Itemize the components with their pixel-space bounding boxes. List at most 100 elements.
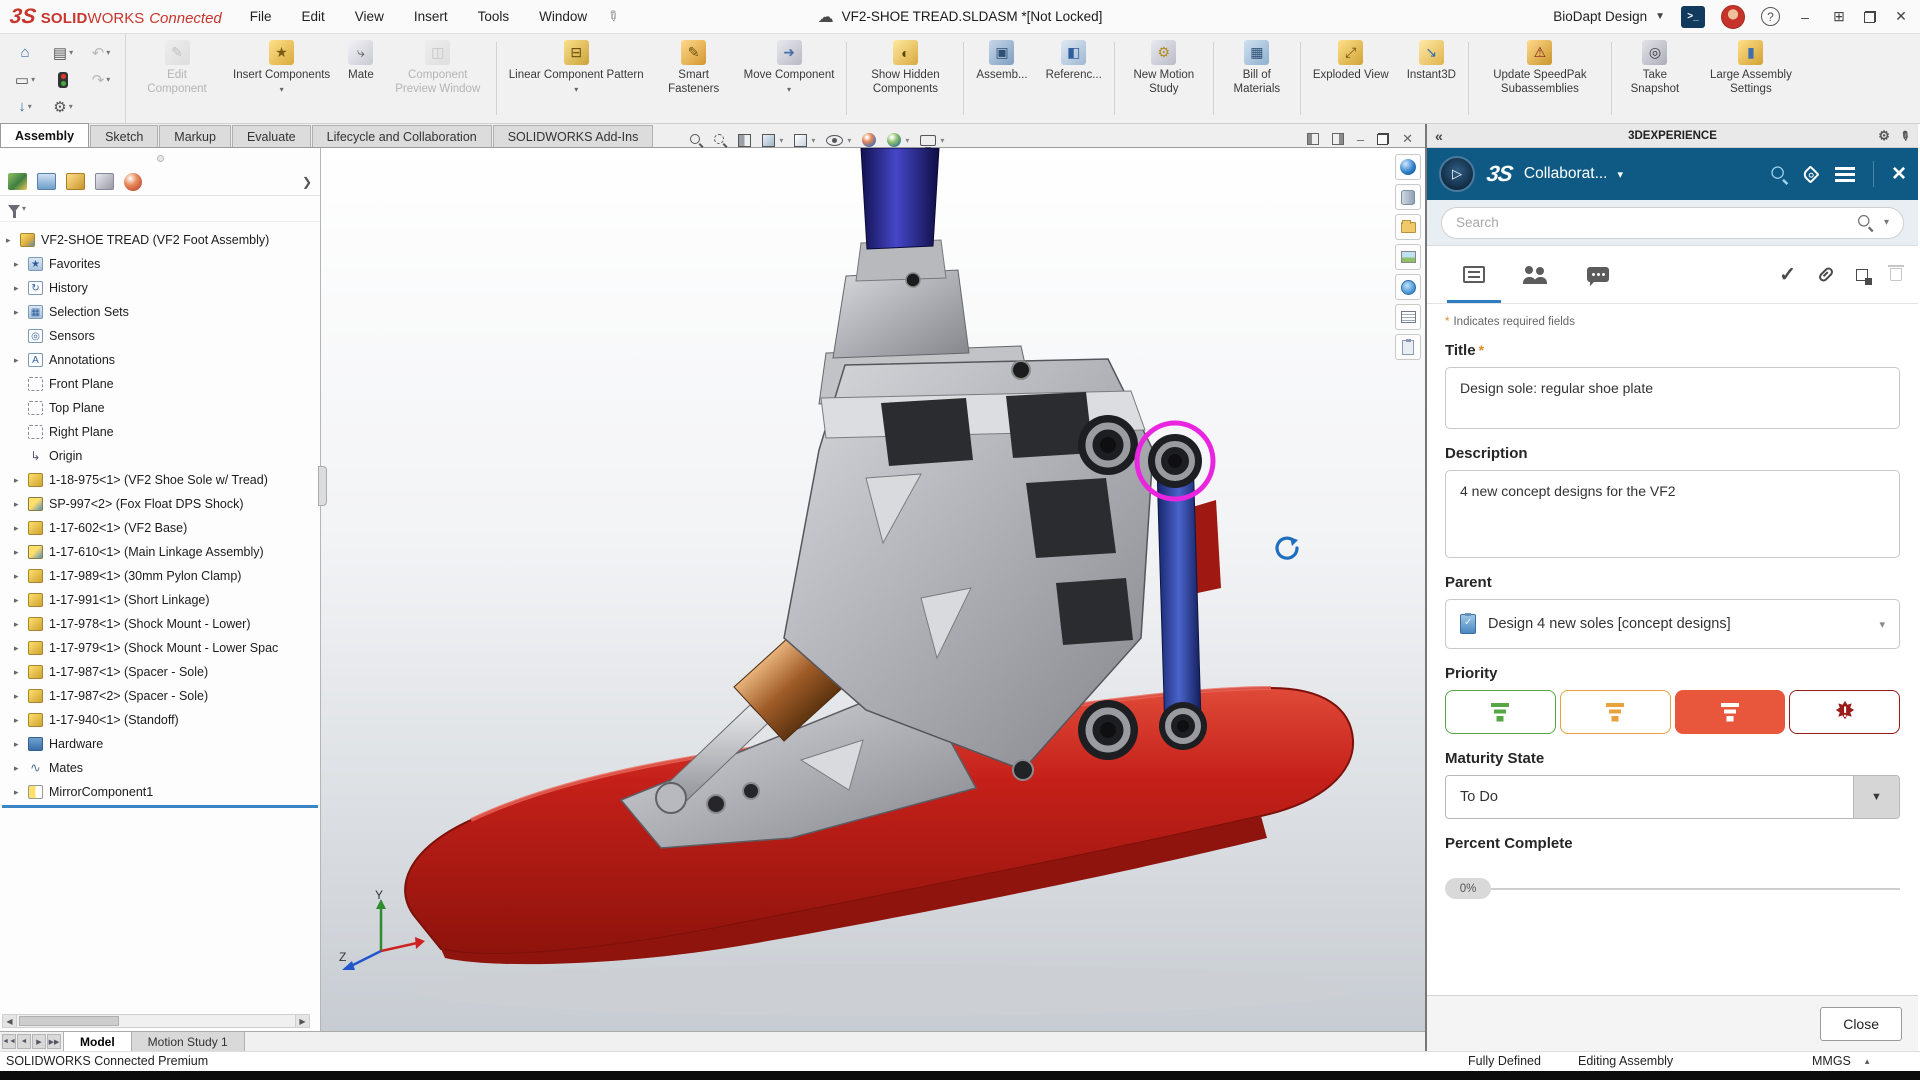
property-manager-tab-icon[interactable] xyxy=(37,173,56,190)
percent-complete-slider[interactable]: 0% xyxy=(1445,878,1900,899)
new-document-button[interactable]: ▭ ▾ xyxy=(6,71,44,89)
pane-right-icon[interactable] xyxy=(1331,133,1344,145)
menu-insert[interactable]: Insert xyxy=(412,5,450,28)
tab-motion-study[interactable]: Motion Study 1 xyxy=(131,1032,245,1051)
feature-tree-tab-icon[interactable] xyxy=(8,173,27,190)
complete-task-icon[interactable]: ✓ xyxy=(1779,262,1796,287)
tab-model[interactable]: Model xyxy=(63,1032,132,1051)
panel-splitter-handle[interactable] xyxy=(318,466,327,506)
tree-item-selection-sets[interactable]: ▸ ▦ Selection Sets xyxy=(0,300,320,324)
bearing-selected[interactable] xyxy=(1148,434,1202,488)
3dcompass-icon[interactable]: ▷ xyxy=(1439,156,1475,192)
search-submit-icon[interactable] xyxy=(1857,215,1873,230)
tree-item-component[interactable]: ▸ 1-17-989<1> (30mm Pylon Clamp) xyxy=(0,564,320,588)
menu-edit[interactable]: Edit xyxy=(300,5,327,28)
bearing[interactable] xyxy=(1159,702,1207,750)
pin-panel-icon[interactable]: ✎ xyxy=(1897,127,1914,144)
rebuild-button[interactable]: ↓ ▾ xyxy=(6,98,44,115)
menu-tools[interactable]: Tools xyxy=(476,5,512,28)
tab-sketch[interactable]: Sketch xyxy=(90,125,159,147)
tree-item-component[interactable]: ▸ 1-17-940<1> (Standoff) xyxy=(0,708,320,732)
tree-root[interactable]: ▸ VF2-SHOE TREAD (VF2 Foot Assembly) xyxy=(0,228,320,252)
tree-item-sensors[interactable]: ◎ Sensors xyxy=(0,324,320,348)
priority-high-button-selected[interactable] xyxy=(1674,690,1786,734)
menu-view[interactable]: View xyxy=(353,5,386,28)
user-avatar[interactable] xyxy=(1721,4,1745,29)
menu-file[interactable]: File xyxy=(248,5,274,28)
close-button[interactable]: ✕ xyxy=(1892,8,1910,25)
status-units[interactable]: MMGS ▴ xyxy=(1812,1054,1869,1068)
tree-item-component[interactable]: ▸ SP-997<2> (Fox Float DPS Shock) xyxy=(0,492,320,516)
tree-item-annotations[interactable]: ▸ A Annotations xyxy=(0,348,320,372)
scroll-right-icon[interactable]: ▶ xyxy=(295,1015,309,1027)
chevron-down-icon[interactable]: ▾ xyxy=(1884,217,1889,228)
slider-track[interactable] xyxy=(1491,887,1900,890)
exploded-view-button[interactable]: ⤢ Exploded View xyxy=(1304,36,1398,121)
mate-button[interactable]: ⤷ Mate xyxy=(339,36,383,121)
configuration-manager-tab-icon[interactable] xyxy=(66,173,85,190)
gear-icon[interactable]: ⚙ xyxy=(1878,128,1890,144)
display-style-icon[interactable] xyxy=(794,133,808,147)
tab-assembly[interactable]: Assembly xyxy=(0,123,90,147)
viewport-grid-button[interactable]: ⊞ xyxy=(1830,8,1848,25)
reference-geometry-button[interactable]: ◧ Referenc... xyxy=(1037,36,1111,121)
hamburger-menu-icon[interactable] xyxy=(1834,166,1855,170)
new-motion-study-button[interactable]: ⚙ New Motion Study xyxy=(1118,36,1210,121)
design-library-tab-icon[interactable] xyxy=(1395,184,1421,210)
update-speedpak-button[interactable]: ⚠ Update SpeedPak Subassemblies xyxy=(1472,36,1608,121)
dx-apps-tab-icon[interactable] xyxy=(124,172,142,191)
tab-evaluate[interactable]: Evaluate xyxy=(231,125,311,147)
prev-tab-icon[interactable]: ◄ xyxy=(17,1034,31,1049)
tree-item-front-plane[interactable]: Front Plane xyxy=(0,372,320,396)
tree-item-component[interactable]: ▸ 1-18-975<1> (VF2 Shoe Sole w/ Tread) xyxy=(0,468,320,492)
tab-properties[interactable] xyxy=(1443,246,1505,303)
first-tab-icon[interactable]: ◄◄ xyxy=(2,1034,16,1049)
instant3d-button[interactable]: ↘ Instant3D xyxy=(1398,36,1465,121)
command-console-icon[interactable]: >_ xyxy=(1681,5,1705,28)
view-settings-icon[interactable] xyxy=(920,134,937,149)
priority-urgent-button[interactable] xyxy=(1789,690,1900,734)
pane-left-icon[interactable] xyxy=(1306,133,1319,145)
expand-panel-icon[interactable]: ❯ xyxy=(302,175,312,189)
tree-item-component[interactable]: ▸ 1-17-979<1> (Shock Mount - Lower Spac xyxy=(0,636,320,660)
tree-item-history[interactable]: ▸ ↻ History xyxy=(0,276,320,300)
doc-restore-icon[interactable] xyxy=(1377,133,1390,145)
file-explorer-tab-icon[interactable] xyxy=(1395,214,1421,240)
scrollbar-thumb[interactable] xyxy=(19,1016,119,1026)
priority-low-button[interactable] xyxy=(1445,690,1556,734)
smart-fasteners-button[interactable]: ✎ Smart Fasteners xyxy=(653,36,735,121)
workspace-selector[interactable]: BioDapt Design ▼ xyxy=(1553,9,1665,24)
tree-item-right-plane[interactable]: Right Plane xyxy=(0,420,320,444)
zoom-area-icon[interactable] xyxy=(714,133,727,147)
tab-members[interactable] xyxy=(1505,246,1567,303)
tag-icon[interactable] xyxy=(1801,164,1820,184)
save-button[interactable]: ▤ ▾ xyxy=(44,44,82,62)
tab-lifecycle-collaboration[interactable]: Lifecycle and Collaboration xyxy=(311,125,492,147)
dropdown-arrow-icon[interactable]: ▼ xyxy=(1853,776,1899,818)
appearances-scenes-tab-icon[interactable] xyxy=(1395,274,1421,300)
tab-solidworks-add-ins[interactable]: SOLIDWORKS Add-Ins xyxy=(492,125,654,147)
orientation-triad[interactable]: Y Z xyxy=(339,889,449,979)
doc-minimize-icon[interactable]: ‒ xyxy=(1357,132,1364,147)
move-component-button[interactable]: ➜ Move Component ▾ xyxy=(735,36,844,121)
close-panel-button[interactable]: Close xyxy=(1820,1006,1902,1041)
tree-item-component[interactable]: ▸ 1-17-602<1> (VF2 Base) xyxy=(0,516,320,540)
priority-medium-button[interactable] xyxy=(1559,690,1671,734)
large-assembly-settings-button[interactable]: ▮ Large Assembly Settings xyxy=(1695,36,1807,121)
pin-menu-icon[interactable]: ✎ xyxy=(603,6,623,27)
options-gear-button[interactable]: ⚙ ▾ xyxy=(44,98,82,116)
tab-comments[interactable] xyxy=(1567,246,1629,303)
search-box[interactable]: ▾ xyxy=(1441,206,1904,239)
app-switcher[interactable]: Collaborat... ▾ xyxy=(1524,165,1623,183)
tree-item-favorites[interactable]: ▸ ★ Favorites xyxy=(0,252,320,276)
bearing[interactable] xyxy=(1078,415,1138,475)
link-icon[interactable] xyxy=(1817,265,1835,284)
assembly-model[interactable] xyxy=(321,148,1425,1031)
hide-show-items-icon[interactable] xyxy=(826,134,844,146)
insert-components-button[interactable]: ★ Insert Components ▾ xyxy=(224,36,339,121)
traffic-light-icon[interactable] xyxy=(44,71,82,88)
title-field[interactable]: Design sole: regular shoe plate xyxy=(1445,367,1900,429)
tree-filter[interactable]: ▾ xyxy=(0,196,320,222)
doc-close-icon[interactable]: ✕ xyxy=(1402,131,1413,147)
tab-markup[interactable]: Markup xyxy=(159,125,231,147)
